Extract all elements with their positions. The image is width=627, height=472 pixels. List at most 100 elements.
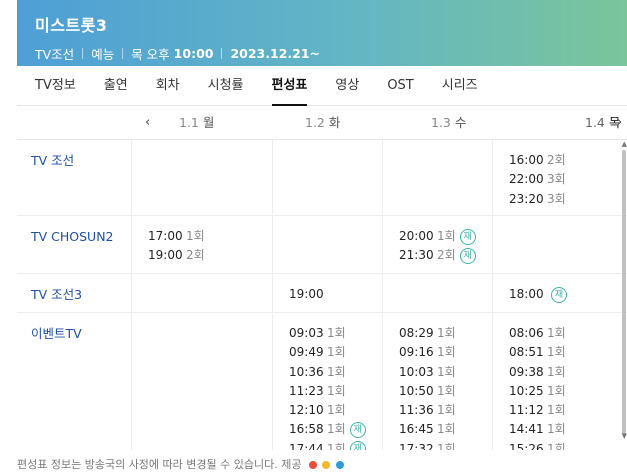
slot-time: 11:12 — [509, 403, 544, 418]
slot-episode: 1회 — [547, 441, 566, 450]
slot-episode: 1회 — [437, 441, 456, 450]
rerun-badge: 재 — [551, 286, 567, 303]
schedule-slot[interactable]: 08:51 1회 — [509, 343, 627, 362]
day-cell — [132, 140, 273, 215]
channel-name[interactable]: TV 조선3 — [31, 287, 82, 302]
schedule-slot[interactable]: 08:29 1회 — [399, 324, 492, 343]
slot-time: 11:23 — [289, 383, 324, 398]
tab-schedule[interactable]: 편성표 — [271, 66, 307, 106]
schedule-slot[interactable]: 17:32 1회 — [399, 440, 492, 450]
schedule-slot[interactable]: 11:23 1회 — [289, 382, 382, 401]
scroll-up-icon[interactable]: ▲ — [622, 140, 627, 148]
slot-episode: 1회 — [327, 441, 346, 450]
slot-episode: 1회 — [437, 364, 456, 379]
schedule-slot[interactable]: 10:03 1회 — [399, 363, 492, 382]
schedule-slot[interactable]: 21:30 2회 재 — [399, 246, 492, 265]
slot-time: 15:26 — [509, 441, 544, 450]
slot-time: 17:44 — [289, 441, 324, 450]
scroll-down-icon[interactable]: ▼ — [622, 432, 627, 440]
slot-episode: 1회 — [437, 422, 456, 437]
footer-note: 편성표 정보는 방송국의 사정에 따라 변경될 수 있습니다. 제공 — [17, 456, 627, 472]
slot-time: 20:00 — [399, 229, 434, 243]
day-cell — [132, 274, 273, 312]
tab-cast[interactable]: 출연 — [104, 66, 128, 106]
weekday-label: 수 — [454, 115, 467, 130]
slot-time: 23:20 — [509, 191, 544, 206]
schedule-slot[interactable]: 09:16 1회 — [399, 343, 492, 362]
schedule-slot[interactable]: 09:03 1회 — [289, 324, 382, 343]
slot-episode: 3회 — [547, 172, 566, 187]
schedule-slot[interactable]: 10:50 1회 — [399, 382, 492, 401]
tab-tv-info[interactable]: TV정보 — [35, 66, 76, 106]
slot-time: 10:50 — [399, 383, 434, 398]
schedule-slot[interactable]: 14:41 1회 — [509, 420, 627, 439]
slot-episode: 2회 — [186, 248, 205, 263]
tab-ratings[interactable]: 시청률 — [208, 66, 244, 106]
divider — [221, 48, 223, 59]
schedule-slot[interactable]: 23:20 3회 — [509, 190, 627, 209]
slot-time: 10:03 — [399, 364, 434, 379]
tab-series[interactable]: 시리즈 — [442, 66, 478, 106]
slot-episode: 1회 — [547, 326, 566, 340]
channel-cell: TV CHOSUN2 — [17, 216, 132, 273]
date-header: 1.4 목 — [585, 106, 620, 140]
prev-date-button[interactable]: ‹ — [145, 106, 150, 140]
scrollbar-thumb[interactable] — [622, 150, 626, 435]
program-header: 미스트롯3 TV조선 예능 목 오후 10:00 2023.12.21~ — [17, 0, 627, 66]
schedule-slot[interactable]: 10:25 1회 — [509, 382, 627, 401]
slot-time: 17:32 — [399, 441, 434, 450]
schedule-slot[interactable]: 16:58 1회 재 — [289, 420, 382, 439]
schedule-slot[interactable]: 18:00 재 — [509, 285, 627, 304]
channel-name[interactable]: TV 조선 — [31, 153, 74, 168]
day-cell — [273, 140, 383, 215]
scrollbar[interactable]: ▲ ▼ — [619, 140, 627, 440]
tab-ost[interactable]: OST — [387, 66, 413, 106]
slot-time: 16:58 — [289, 422, 324, 437]
schedule-slot[interactable]: 09:38 1회 — [509, 363, 627, 382]
schedule-slot[interactable]: 11:12 1회 — [509, 401, 627, 420]
weekday-label: 월 — [202, 115, 215, 130]
slot-time: 16:45 — [399, 422, 434, 437]
schedule-slot[interactable]: 17:00 1회 — [148, 227, 272, 246]
genre-label: 예능 — [91, 47, 115, 62]
slot-time: 08:51 — [509, 345, 544, 360]
slot-episode: 2회 — [547, 153, 566, 167]
rerun-badge: 재 — [349, 441, 366, 450]
schedule-slot[interactable]: 19:00 — [289, 285, 382, 304]
channel-row: TV 조선3 19:00 18:00 재 — [17, 274, 627, 313]
program-title[interactable]: 미스트롯3 — [35, 12, 627, 36]
slot-time: 22:00 — [509, 172, 544, 187]
schedule-slot[interactable]: 19:00 2회 — [148, 246, 272, 265]
tab-episodes[interactable]: 회차 — [156, 66, 180, 106]
schedule-slot[interactable]: 16:00 2회 — [509, 151, 627, 170]
divider — [122, 48, 124, 59]
slot-time: 12:10 — [289, 403, 324, 418]
schedule-slot[interactable]: 08:06 1회 — [509, 324, 627, 343]
schedule-slot[interactable]: 11:36 1회 — [399, 401, 492, 420]
schedule-slot[interactable]: 16:45 1회 — [399, 420, 492, 439]
tab-video[interactable]: 영상 — [335, 66, 359, 106]
schedule-slot[interactable]: 10:36 1회 — [289, 363, 382, 382]
schedule-slot[interactable]: 12:10 1회 — [289, 401, 382, 420]
slot-episode: 1회 — [327, 422, 346, 437]
rerun-badge: 재 — [459, 247, 476, 264]
slot-episode: 1회 — [547, 403, 566, 418]
next-date-button[interactable]: › — [617, 106, 622, 140]
schedule-slot[interactable]: 17:44 1회 재 — [289, 440, 382, 450]
rerun-badge: 재 — [459, 228, 476, 245]
schedule-slot[interactable]: 09:49 1회 — [289, 343, 382, 362]
slot-time: 08:06 — [509, 326, 544, 340]
slot-time: 14:41 — [509, 422, 544, 437]
tab-bar: TV정보 출연 회차 시청률 편성표 영상 OST 시리즈 — [17, 66, 627, 106]
logo-dot-icon — [322, 461, 331, 469]
schedule-slot[interactable]: 20:00 1회 재 — [399, 227, 492, 246]
slot-episode: 1회 — [547, 422, 566, 437]
start-date: 2023.12.21~ — [230, 46, 321, 61]
schedule-slot[interactable]: 22:00 3회 — [509, 170, 627, 189]
channel-name[interactable]: TV CHOSUN2 — [31, 229, 114, 244]
day-cell: 08:29 1회 09:16 1회 10:03 1회 10:50 1회 11:36 1회 16:45… — [383, 313, 493, 450]
channel-cell: 이벤트TV — [17, 313, 132, 450]
channel-cell: TV 조선3 — [17, 274, 132, 312]
channel-name[interactable]: 이벤트TV — [31, 326, 82, 341]
schedule-slot[interactable]: 15:26 1회 — [509, 440, 627, 450]
